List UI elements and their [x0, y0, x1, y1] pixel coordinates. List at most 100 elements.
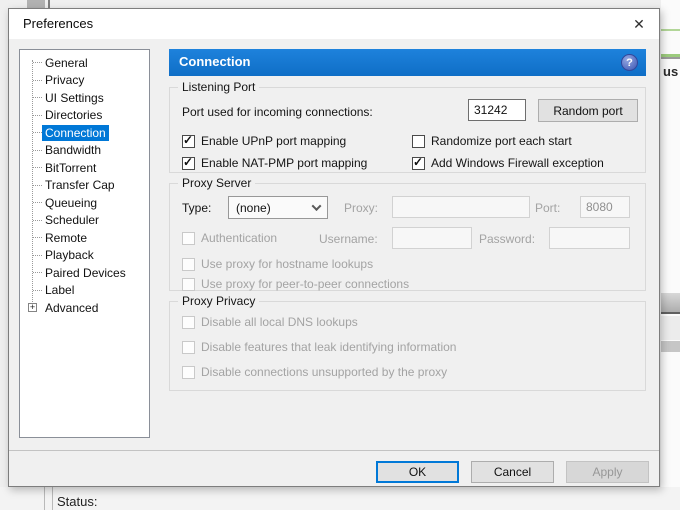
dialog-titlebar[interactable]: Preferences ✕ [9, 9, 659, 39]
checkbox-firewall-exception[interactable]: ✓ Add Windows Firewall exception [412, 154, 604, 170]
checkbox-enable-natpmp[interactable]: ✓ Enable NAT-PMP port mapping [182, 154, 368, 170]
status-label: Status: [57, 494, 98, 509]
sidebar-item-general[interactable]: General [20, 54, 149, 72]
checkbox-box: ✓ [182, 154, 195, 170]
sidebar-item-label[interactable]: Label [20, 282, 149, 300]
group-proxy-privacy: Proxy Privacy ✓ Disable all local DNS lo… [169, 294, 646, 391]
group-proxy-server: Proxy Server Type: (none) Proxy: Port: ✓… [169, 176, 646, 291]
close-icon: ✕ [633, 16, 645, 32]
username-input [392, 227, 472, 249]
checkbox-label: Enable NAT-PMP port mapping [201, 156, 368, 170]
proxy-host-input [392, 196, 530, 218]
check-icon: ✓ [183, 154, 194, 169]
checkbox-label: Disable connections unsupported by the p… [201, 365, 448, 379]
help-icon[interactable]: ? [621, 54, 638, 71]
checkbox-box: ✓ [182, 132, 195, 148]
checkbox-label: Add Windows Firewall exception [431, 156, 604, 170]
sidebar-item-label: Transfer Cap [45, 178, 115, 193]
ok-button[interactable]: OK [376, 461, 459, 483]
proxy-type-label: Type: [182, 201, 212, 215]
sidebar-item-label: General [45, 55, 88, 70]
checkbox-proxy-p2p: ✓ Use proxy for peer-to-peer connections [182, 277, 409, 291]
checkbox-box: ✓ [182, 277, 195, 291]
sidebar-item-paired-devices[interactable]: Paired Devices [20, 264, 149, 282]
dropdown-value: (none) [236, 200, 271, 215]
sidebar-item-transfer-cap[interactable]: Transfer Cap [20, 177, 149, 195]
checkbox-disable-leak-features: ✓ Disable features that leak identifying… [182, 340, 456, 354]
background-fragment [661, 341, 680, 352]
proxy-type-dropdown[interactable]: (none) [228, 196, 328, 219]
group-title: Listening Port [178, 80, 260, 94]
sidebar-item-connection[interactable]: Connection [20, 124, 149, 142]
sidebar-item-label: Scheduler [45, 213, 100, 228]
sidebar-item-playback[interactable]: Playback [20, 247, 149, 265]
background-statusbar: Status: [0, 487, 680, 510]
chevron-down-icon [311, 201, 322, 212]
checkbox-label: Authentication [201, 231, 278, 245]
checkbox-box: ✓ [182, 365, 195, 379]
random-port-button[interactable]: Random port [538, 99, 638, 122]
sidebar-item-label: Directories [45, 108, 103, 123]
sidebar-item-queueing[interactable]: Queueing [20, 194, 149, 212]
checkbox-box: ✓ [412, 134, 425, 148]
sidebar-item-label: Bandwidth [45, 143, 102, 158]
group-listening-port: Listening Port Port used for incoming co… [169, 80, 646, 173]
sidebar-item-label: Advanced [45, 300, 99, 315]
background-fragment [661, 57, 680, 59]
port-input[interactable] [468, 99, 526, 121]
apply-button: Apply [566, 461, 649, 483]
background-fragment [661, 29, 680, 31]
footer-separator [9, 450, 659, 451]
proxy-host-label: Proxy: [344, 201, 379, 215]
sidebar-item-advanced[interactable]: + Advanced [20, 299, 149, 317]
preferences-dialog: Preferences ✕ General Privacy UI Setting… [8, 8, 660, 487]
expand-plus-icon[interactable]: + [28, 303, 37, 313]
checkbox-label: Disable features that leak identifying i… [201, 340, 457, 354]
sidebar-item-label: Label [45, 283, 75, 298]
sidebar-item-label: UI Settings [45, 90, 104, 105]
cancel-button[interactable]: Cancel [471, 461, 554, 483]
checkbox-box: ✓ [182, 257, 195, 271]
background-fragment [661, 316, 680, 340]
checkbox-label: Use proxy for peer-to-peer connections [201, 277, 410, 291]
check-icon: ✓ [183, 132, 194, 147]
checkbox-disable-unsupported: ✓ Disable connections unsupported by the… [182, 365, 447, 379]
section-header: Connection ? [169, 49, 646, 76]
background-column-text: us [663, 64, 679, 79]
sidebar-tree: General Privacy UI Settings Directories … [20, 50, 149, 317]
checkbox-authentication: ✓ Authentication [182, 231, 277, 245]
checkbox-label: Randomize port each start [431, 134, 572, 148]
password-label: Password: [479, 232, 536, 246]
dialog-title: Preferences [23, 16, 94, 31]
check-icon: ✓ [413, 154, 424, 169]
checkbox-box: ✓ [182, 315, 195, 329]
checkbox-enable-upnp[interactable]: ✓ Enable UPnP port mapping [182, 132, 347, 148]
checkbox-box: ✓ [182, 340, 195, 354]
preferences-sidebar: General Privacy UI Settings Directories … [19, 49, 150, 438]
username-label: Username: [319, 232, 378, 246]
screen: us Status: Preferences ✕ General Privacy… [0, 0, 680, 510]
sidebar-item-privacy[interactable]: Privacy [20, 72, 149, 90]
background-right-strip: us [661, 0, 680, 487]
group-title: Proxy Server [178, 176, 256, 190]
checkbox-label: Use proxy for hostname lookups [201, 257, 374, 271]
sidebar-item-label: Queueing [45, 195, 98, 210]
checkbox-box: ✓ [412, 154, 425, 170]
close-button[interactable]: ✕ [623, 11, 655, 37]
checkbox-randomize-port[interactable]: ✓ Randomize port each start [412, 134, 572, 148]
sidebar-item-label: BitTorrent [45, 160, 97, 175]
checkbox-label: Disable all local DNS lookups [201, 315, 358, 329]
sidebar-item-directories[interactable]: Directories [20, 107, 149, 125]
background-fragment [661, 293, 680, 314]
checkbox-disable-dns: ✓ Disable all local DNS lookups [182, 315, 358, 329]
sidebar-item-ui-settings[interactable]: UI Settings [20, 89, 149, 107]
background-fragment [52, 487, 53, 510]
sidebar-item-bandwidth[interactable]: Bandwidth [20, 142, 149, 160]
sidebar-item-label: Remote [45, 230, 88, 245]
section-title: Connection [179, 54, 251, 69]
sidebar-item-remote[interactable]: Remote [20, 229, 149, 247]
sidebar-item-bittorrent[interactable]: BitTorrent [20, 159, 149, 177]
checkbox-label: Enable UPnP port mapping [201, 134, 347, 148]
sidebar-item-scheduler[interactable]: Scheduler [20, 212, 149, 230]
sidebar-item-label: Connection [42, 124, 109, 141]
